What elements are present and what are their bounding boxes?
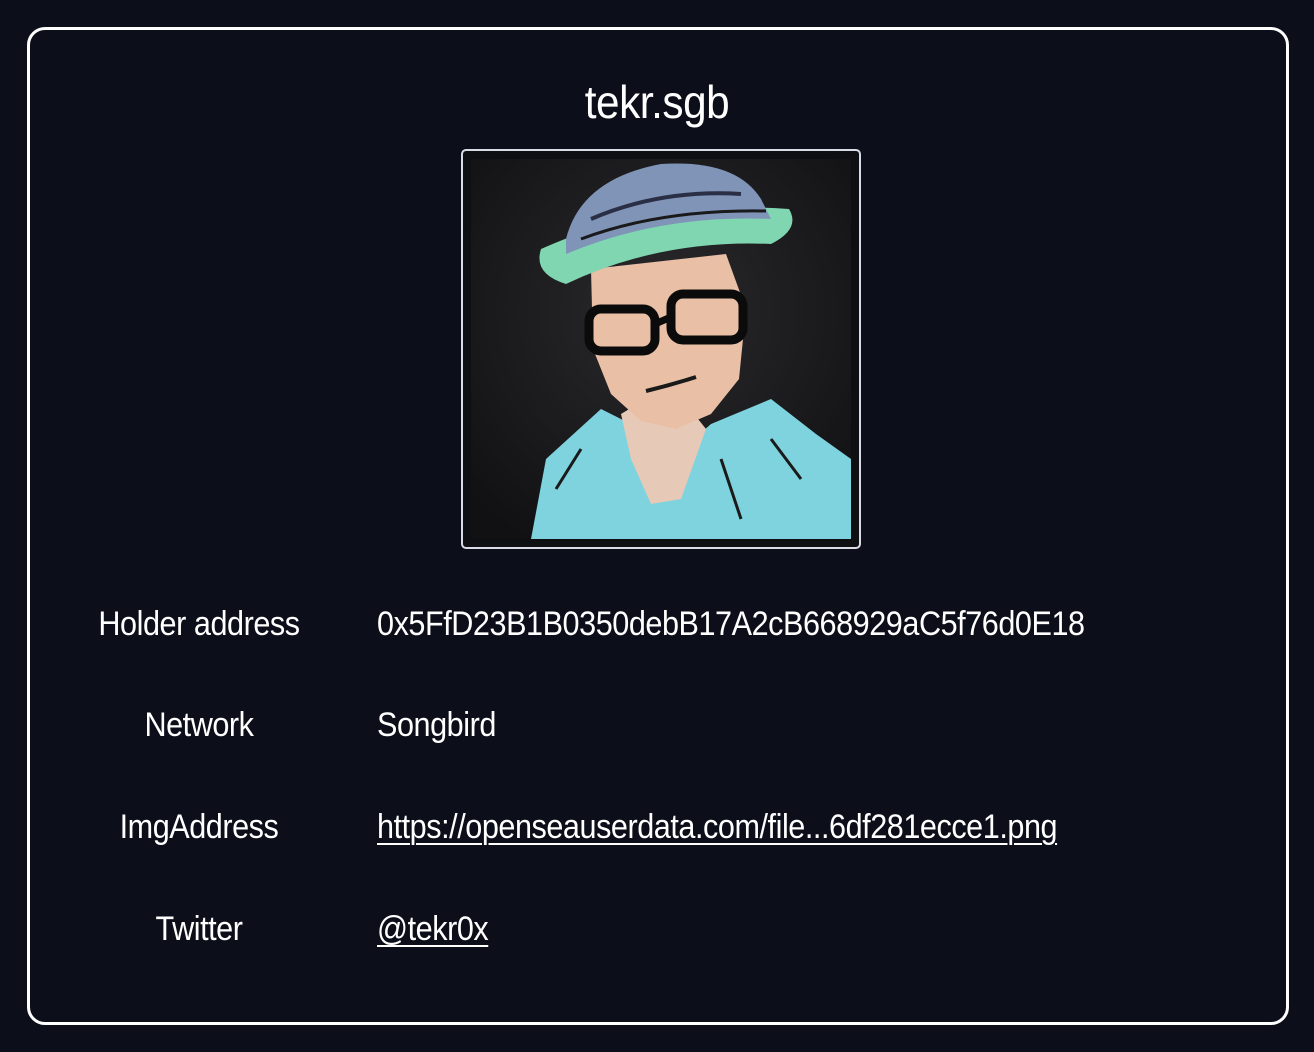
img-address-link[interactable]: https://openseauserdata.com/file...6df28… xyxy=(377,802,1058,852)
twitter-link[interactable]: @tekr0x xyxy=(377,904,489,954)
network-label: Network xyxy=(144,706,254,744)
detail-row-network: Network Songbird xyxy=(0,700,1314,750)
twitter-label: Twitter xyxy=(155,910,243,948)
detail-row-twitter: Twitter @tekr0x xyxy=(0,904,1314,954)
avatar xyxy=(461,149,861,549)
holder-address-label: Holder address xyxy=(98,605,300,643)
img-address-label: ImgAddress xyxy=(119,808,279,846)
profile-avatar-illustration xyxy=(471,159,851,539)
network-value: Songbird xyxy=(377,706,496,744)
detail-row-img-address: ImgAddress https://openseauserdata.com/f… xyxy=(0,802,1314,852)
holder-address-value: 0x5FfD23B1B0350debB17A2cB668929aC5f76d0E… xyxy=(377,605,1085,643)
detail-row-holder-address: Holder address 0x5FfD23B1B0350debB17A2cB… xyxy=(0,599,1314,649)
profile-title: tekr.sgb xyxy=(584,76,730,128)
